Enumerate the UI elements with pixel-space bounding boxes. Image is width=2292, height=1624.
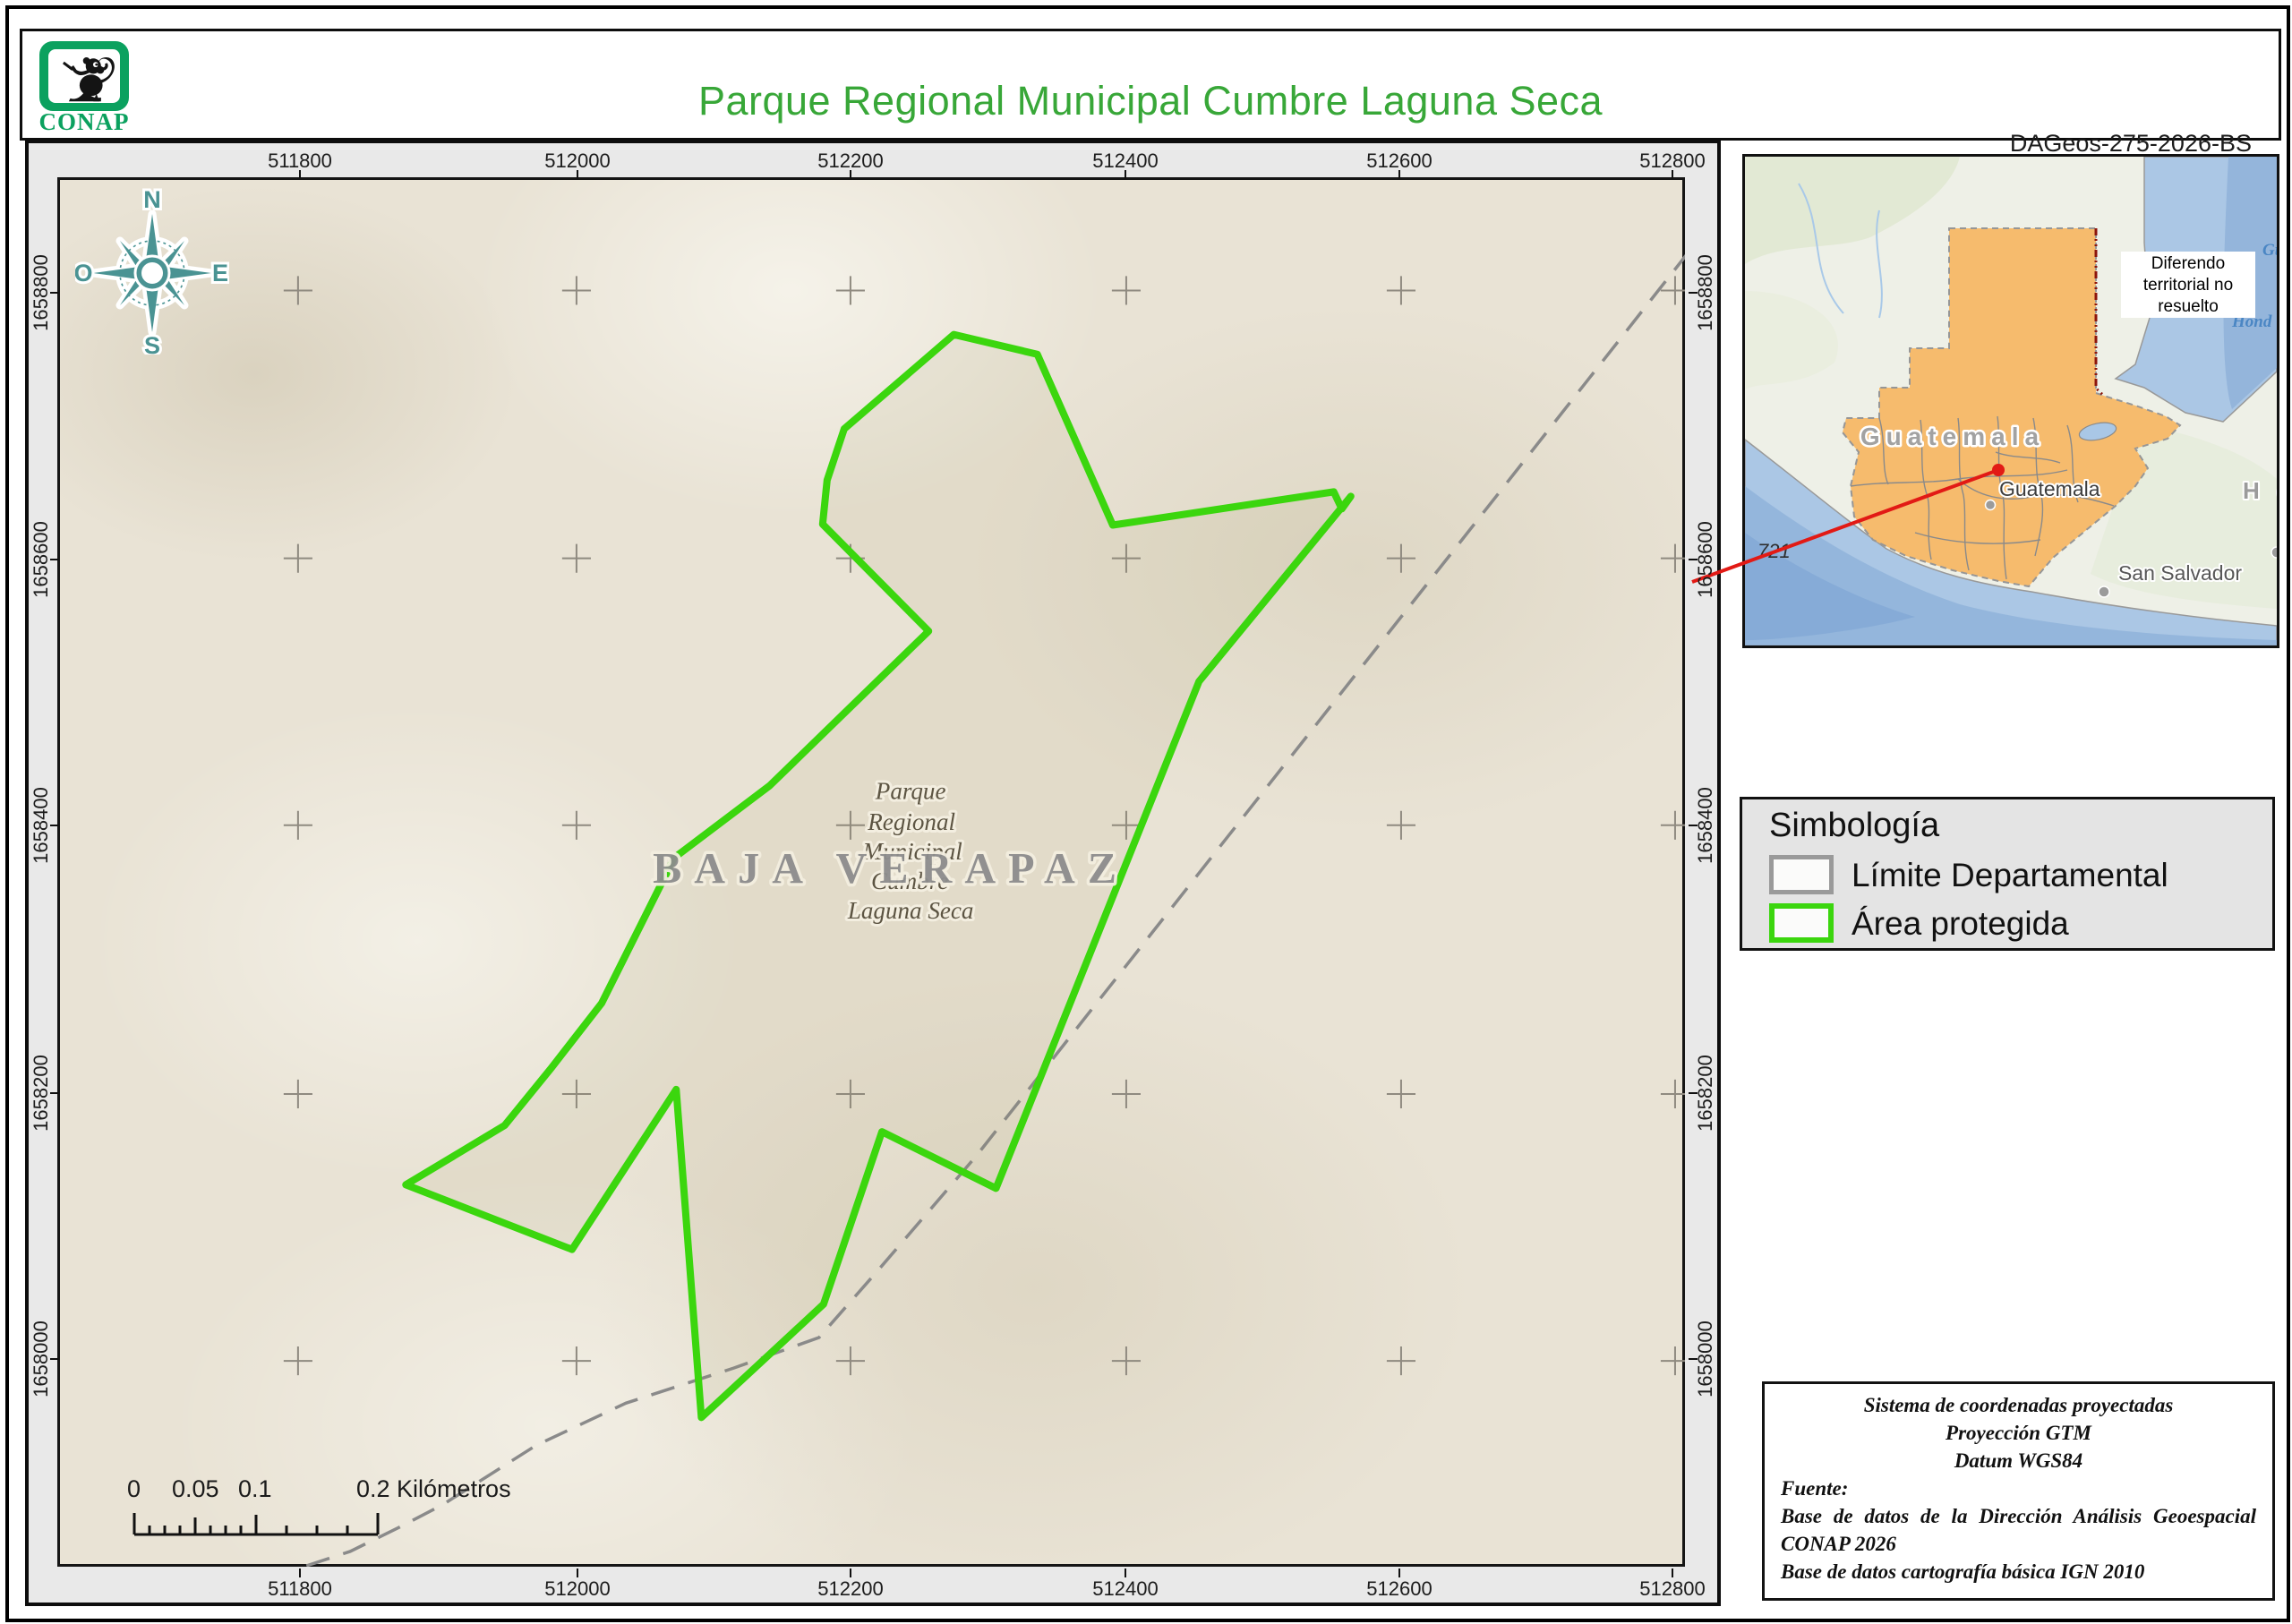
compass-o-label: O: [75, 260, 93, 286]
departmental-limit-swatch: [1769, 855, 1834, 894]
compass-s-label: S: [144, 332, 160, 355]
grid-tick: [1689, 1358, 1698, 1360]
grid-tick: [1689, 1092, 1698, 1094]
compass-e-label: E: [212, 260, 228, 286]
diferendo-territorial-note: Diferendo territorial no resuelto: [2121, 252, 2255, 318]
grid-tick: [1672, 1568, 1673, 1577]
diferendo-line2: territorial no: [2142, 276, 2234, 295]
map-document-page: Parque Regional Municipal Cumbre Laguna …: [0, 0, 2292, 1624]
inset-country-label: Guatemala: [1860, 423, 2045, 450]
scale-label-02: 0.2 Kilómetros: [356, 1475, 511, 1502]
san-salvador-label: San Salvador: [2118, 561, 2242, 585]
bottom-easting-label: 511800: [268, 1577, 332, 1600]
info-line-source-2: Base de datos cartografía básica IGN 201…: [1781, 1560, 2145, 1583]
scalebar-ticks: [133, 1513, 380, 1536]
city-dot: [2271, 546, 2283, 559]
monkey-icon: [63, 57, 115, 102]
grid-tick: [577, 1568, 578, 1577]
info-line-coordinate-system: Sistema de coordenadas proyectadas: [1863, 1394, 2174, 1416]
legend-item-label: Área protegida: [1852, 905, 2069, 942]
grid-tick: [577, 170, 578, 179]
grid-tick: [299, 1568, 301, 1577]
inset-location-map: Guatemala Guatemala San Salvador H o Gu …: [1742, 154, 2292, 648]
legend-item-label: Límite Departamental: [1852, 857, 2168, 893]
grid-tick: [1689, 292, 1698, 294]
grid-tick: [1125, 1568, 1126, 1577]
info-line-source-1: Base de datos de la Dirección Análisis G…: [1781, 1505, 2256, 1555]
bottom-easting-label: 512600: [1366, 1577, 1432, 1600]
grid-tick: [1125, 170, 1126, 179]
info-line-source-heading: Fuente:: [1781, 1477, 1849, 1500]
grid-tick: [1689, 559, 1698, 560]
grid-tick: [50, 1358, 59, 1360]
coordinate-system-info-box: Sistema de coordenadas proyectadas Proye…: [1762, 1381, 2275, 1601]
san-salvador-dot: [2098, 585, 2110, 598]
compass-rose: N S E O: [75, 184, 229, 355]
scale-label-005: 0.05: [172, 1475, 219, 1502]
compass-n-label: N: [143, 186, 161, 213]
header-box: Parque Regional Municipal Cumbre Laguna …: [20, 29, 2281, 157]
scale-label-01: 0.1: [238, 1475, 272, 1502]
diferendo-line1: Diferendo: [2151, 254, 2226, 273]
park-label-line1: Parque: [875, 778, 946, 805]
legend-box: Simbología Límite Departamental Área pro…: [1740, 797, 2275, 951]
grid-tick: [50, 292, 59, 294]
page-title: Parque Regional Municipal Cumbre Laguna …: [697, 78, 1604, 124]
conap-logo-frame: [48, 49, 120, 103]
diferendo-line3: resuelto: [2158, 297, 2219, 316]
grid-tick: [850, 170, 851, 179]
park-label-line2: Regional: [867, 808, 955, 835]
bottom-easting-label: 512000: [544, 1577, 611, 1600]
department-name-label: BAJA VERAPAZ: [653, 845, 1129, 893]
inset-map-layers: Guatemala Guatemala San Salvador H o Gu …: [1744, 156, 2292, 646]
grid-tick: [1672, 170, 1673, 179]
grid-tick: [50, 1092, 59, 1094]
bottom-easting-label: 512400: [1092, 1577, 1159, 1600]
main-map-layers: Parque Regional Municipal Cumbre Laguna …: [283, 253, 1685, 1567]
grid-tick: [299, 170, 301, 179]
scalebar-labels: 0 0.05 0.1 0.2 Kilómetros: [0, 1475, 537, 1502]
conap-logo-text: CONAP: [38, 108, 130, 135]
bottom-easting-label: 512200: [817, 1577, 884, 1600]
sea-label-fragment-1: Gu: [2262, 241, 2277, 260]
info-line-projection: Proyección GTM: [1946, 1422, 2091, 1444]
grid-tick: [50, 559, 59, 560]
inset-left-number: 721: [1757, 540, 1791, 562]
honduras-label-fragment: H o: [2243, 477, 2277, 504]
compass-star-icon: [89, 209, 216, 337]
conap-logo: [39, 41, 129, 111]
bottom-easting-label: 512800: [1639, 1577, 1706, 1600]
grid-tick: [1689, 825, 1698, 826]
info-line-datum: Datum WGS84: [1954, 1449, 2083, 1472]
park-label-line5: Laguna Seca: [847, 897, 974, 924]
grid-tick: [850, 1568, 851, 1577]
guatemala-city-dot: [1984, 499, 1997, 511]
inset-city-label: Guatemala: [1999, 477, 2100, 500]
grid-tick: [1398, 170, 1400, 179]
protected-area-swatch: [1769, 903, 1834, 943]
grid-tick: [50, 825, 59, 826]
legend-title: Simbología: [1769, 807, 1940, 844]
grid-tick: [1398, 1568, 1400, 1577]
scalebar: [133, 1513, 380, 1536]
scale-label-0: 0: [127, 1475, 141, 1502]
